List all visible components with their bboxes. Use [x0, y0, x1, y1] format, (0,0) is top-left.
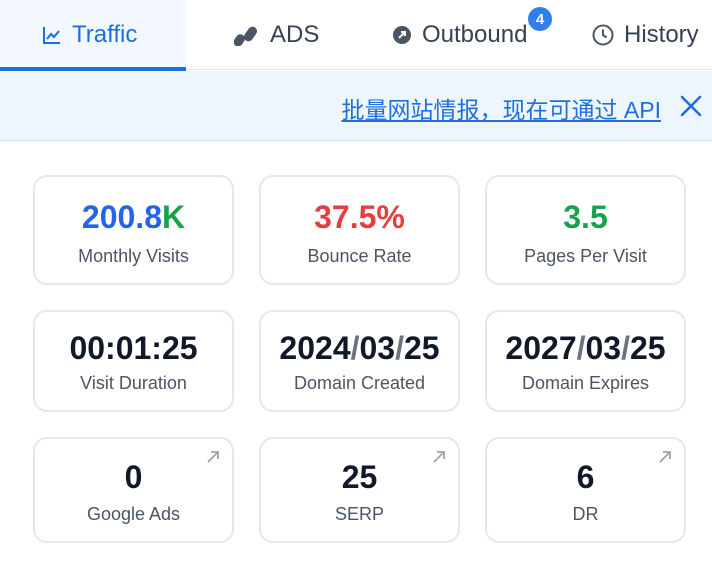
google-ads-label: Google Ads: [86, 504, 181, 524]
serp-label: SERP: [334, 504, 385, 524]
visit-duration-value: 00:01:25: [69, 330, 198, 366]
domain-expires-month: 03: [585, 330, 622, 366]
serp-card[interactable]: 25 SERP: [259, 437, 460, 543]
monthly-visits-number: 200.8: [81, 199, 162, 235]
bounce-rate-value: 37.5%: [314, 199, 405, 235]
bounce-rate-label: Bounce Rate: [307, 246, 412, 266]
monthly-visits-value: 200.8K: [35, 199, 232, 235]
pages-per-visit-label: Pages Per Visit: [524, 246, 647, 266]
tab-traffic-label: Traffic: [72, 21, 138, 48]
tab-bar: Traffic ADS Outbound 4 History: [0, 0, 712, 71]
tab-outbound-label: Outbound: [422, 21, 528, 48]
close-icon[interactable]: [678, 93, 704, 119]
dr-value: 6: [576, 459, 595, 495]
api-banner: 批量网站情报，现在可通过 API: [0, 71, 712, 141]
ads-icon: [234, 24, 260, 46]
domain-created-year: 2024: [279, 330, 351, 366]
tab-outbound[interactable]: Outbound 4: [392, 0, 552, 70]
bounce-rate-card: 37.5% Bounce Rate: [259, 175, 460, 285]
tab-ads-label: ADS: [270, 21, 320, 48]
domain-expires-value: 2027/03/25: [505, 330, 666, 366]
visit-duration-card: 00:01:25 Visit Duration: [33, 310, 234, 412]
clock-icon: [592, 24, 614, 46]
monthly-visits-label: Monthly Visits: [78, 246, 189, 266]
dr-label: DR: [572, 504, 599, 524]
domain-expires-card: 2027/03/25 Domain Expires: [485, 310, 686, 412]
tab-history[interactable]: History: [592, 0, 699, 70]
api-banner-link[interactable]: 批量网站情报，现在可通过 API: [342, 91, 661, 125]
pages-per-visit-card: 3.5 Pages Per Visit: [485, 175, 686, 285]
tab-ads[interactable]: ADS: [234, 0, 319, 70]
domain-created-label: Domain Created: [293, 373, 426, 393]
monthly-visits-unit: K: [161, 199, 186, 235]
tab-traffic[interactable]: Traffic: [0, 0, 186, 71]
outbound-icon: [392, 25, 412, 45]
line-chart-icon: [42, 25, 62, 45]
domain-created-value: 2024/03/25: [279, 330, 440, 366]
domain-expires-label: Domain Expires: [521, 373, 650, 393]
domain-created-card: 2024/03/25 Domain Created: [259, 310, 460, 412]
dr-card[interactable]: 6 DR: [485, 437, 686, 543]
tab-history-label: History: [624, 21, 699, 48]
pages-per-visit-value: 3.5: [563, 199, 608, 235]
domain-expires-year: 2027: [505, 330, 577, 366]
google-ads-card[interactable]: 0 Google Ads: [33, 437, 234, 543]
domain-expires-day: 25: [629, 330, 666, 366]
domain-created-day: 25: [403, 330, 440, 366]
monthly-visits-card: 200.8K Monthly Visits: [33, 175, 234, 285]
domain-created-month: 03: [359, 330, 396, 366]
outbound-count-badge: 4: [528, 7, 552, 31]
google-ads-value: 0: [124, 459, 143, 495]
visit-duration-label: Visit Duration: [80, 373, 187, 393]
serp-value: 25: [341, 459, 378, 495]
